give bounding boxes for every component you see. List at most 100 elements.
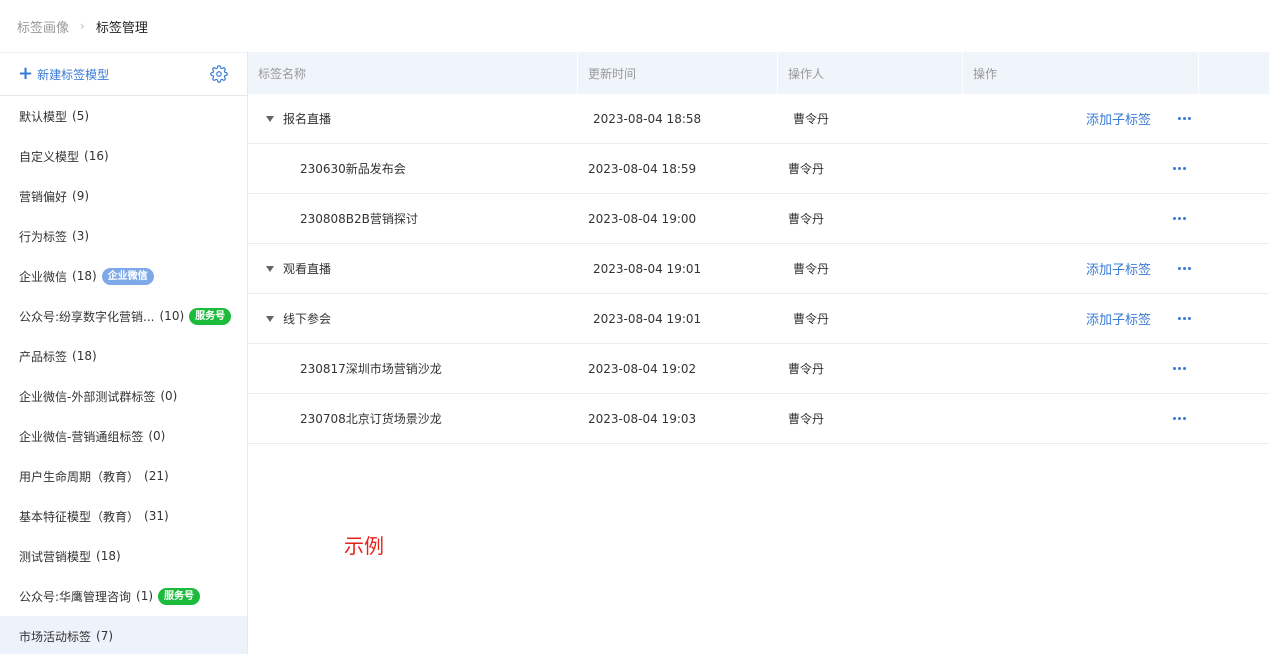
model-count: (31) xyxy=(144,509,169,523)
model-count: (7) xyxy=(96,629,114,643)
tag-name: 230630新品发布会 xyxy=(300,162,406,176)
add-child-tag-button[interactable]: 添加子标签 xyxy=(1086,259,1151,278)
tag-name-cell: 230708北京订货场景沙龙 xyxy=(300,410,442,427)
tag-name: 线下参会 xyxy=(283,312,332,326)
table-row: 230630新品发布会 2023-08-04 18:59 曹令丹 xyxy=(248,144,1269,194)
model-label: 行为标签 xyxy=(19,229,68,244)
new-model-label: 新建标签模型 xyxy=(37,67,110,82)
model-item[interactable]: 产品标签 (18) xyxy=(0,336,247,376)
column-header-actions: 操作 xyxy=(963,52,1199,94)
more-horizontal-icon[interactable] xyxy=(1173,164,1186,174)
model-label: 企业微信 xyxy=(19,269,68,284)
operator-name: 曹令丹 xyxy=(788,362,825,376)
plus-icon: + xyxy=(18,63,34,84)
model-item[interactable]: 默认模型 (5) xyxy=(0,96,247,136)
model-label: 营销偏好 xyxy=(19,189,68,204)
model-label: 自定义模型 xyxy=(19,149,80,164)
tag-name: 230808B2B营销探讨 xyxy=(300,212,418,226)
model-item[interactable]: 行为标签 (3) xyxy=(0,216,247,256)
tag-name-cell: 线下参会 xyxy=(266,310,331,327)
sidebar-header: + 新建标签模型 xyxy=(0,53,247,96)
model-count: (9) xyxy=(72,189,90,203)
model-label: 企业微信-外部测试群标签 xyxy=(19,389,156,404)
model-count: (5) xyxy=(72,109,90,123)
gear-icon[interactable] xyxy=(210,65,228,83)
more-horizontal-icon[interactable] xyxy=(1178,114,1191,124)
model-item[interactable]: 用户生命周期（教育） (21) xyxy=(0,456,247,496)
more-horizontal-icon[interactable] xyxy=(1178,314,1191,324)
model-item[interactable]: 基本特征模型（教育） (31) xyxy=(0,496,247,536)
operator-name: 曹令丹 xyxy=(793,262,830,276)
caret-down-icon[interactable] xyxy=(266,265,274,272)
tag-name-cell: 230808B2B营销探讨 xyxy=(300,210,418,227)
update-time: 2023-08-04 18:58 xyxy=(593,111,702,126)
model-sidebar: + 新建标签模型 默认模型 (5) 自定义模型 (16) 营销偏好 (9) 行为标签 (… xyxy=(0,52,248,654)
table-row: 230808B2B营销探讨 2023-08-04 19:00 曹令丹 xyxy=(248,194,1269,244)
model-label: 公众号:华鹰管理咨询 xyxy=(19,589,132,604)
add-child-tag-button[interactable]: 添加子标签 xyxy=(1086,309,1151,328)
model-count: (3) xyxy=(72,229,90,243)
model-list: 默认模型 (5) 自定义模型 (16) 营销偏好 (9) 行为标签 (3) 企业微信 (1… xyxy=(0,96,247,654)
operator-name: 曹令丹 xyxy=(793,112,830,126)
table-row: 230817深圳市场营销沙龙 2023-08-04 19:02 曹令丹 xyxy=(248,344,1269,394)
column-header-operator: 操作人 xyxy=(778,52,963,94)
more-horizontal-icon[interactable] xyxy=(1173,414,1186,424)
model-item[interactable]: 自定义模型 (16) xyxy=(0,136,247,176)
model-count: (0) xyxy=(160,389,178,403)
model-item[interactable]: 测试营销模型 (18) xyxy=(0,536,247,576)
new-model-button[interactable]: + 新建标签模型 xyxy=(18,65,109,83)
table-header: 标签名称 更新时间 操作人 操作 xyxy=(248,52,1269,94)
update-time: 2023-08-04 19:01 xyxy=(593,261,702,276)
model-count: (18) xyxy=(72,349,97,363)
model-count: (1) xyxy=(136,589,154,603)
model-count: (10) xyxy=(159,309,185,323)
model-count: (16) xyxy=(84,149,109,163)
model-item[interactable]: 公众号:纷享数字化营销... (10) 服务号 xyxy=(0,296,247,336)
more-horizontal-icon[interactable] xyxy=(1173,214,1186,224)
operator-name: 曹令丹 xyxy=(788,412,825,426)
model-count: (18) xyxy=(72,269,97,283)
model-label: 测试营销模型 xyxy=(19,549,92,564)
table-row: 230708北京订货场景沙龙 2023-08-04 19:03 曹令丹 xyxy=(248,394,1269,444)
model-item[interactable]: 公众号:华鹰管理咨询 (1) 服务号 xyxy=(0,576,247,616)
more-horizontal-icon[interactable] xyxy=(1178,264,1191,274)
model-count: (21) xyxy=(144,469,169,483)
breadcrumb-parent[interactable]: 标签画像 xyxy=(17,17,69,36)
model-label: 默认模型 xyxy=(19,109,68,124)
table-row: 线下参会 2023-08-04 19:01 曹令丹 添加子标签 xyxy=(248,294,1269,344)
update-time: 2023-08-04 19:03 xyxy=(588,411,697,426)
breadcrumb: 标签画像 › 标签管理 xyxy=(0,0,1269,52)
model-label: 基本特征模型（教育） xyxy=(19,509,140,524)
tag-name: 230817深圳市场营销沙龙 xyxy=(300,362,442,376)
model-item[interactable]: 企业微信-营销通组标签 (0) xyxy=(0,416,247,456)
tag-name-cell: 230817深圳市场营销沙龙 xyxy=(300,360,442,377)
caret-down-icon[interactable] xyxy=(266,115,274,122)
operator-name: 曹令丹 xyxy=(793,312,830,326)
tag-table: 标签名称 更新时间 操作人 操作 报名直播 2023-08-04 18:58 曹… xyxy=(248,52,1269,654)
example-annotation: 示例 xyxy=(344,534,384,558)
tag-name: 观看直播 xyxy=(283,262,332,276)
wechat-badge: 企业微信 xyxy=(101,267,154,285)
caret-down-icon[interactable] xyxy=(266,315,274,322)
update-time: 2023-08-04 19:02 xyxy=(588,361,697,376)
more-horizontal-icon[interactable] xyxy=(1173,364,1186,374)
table-row: 观看直播 2023-08-04 19:01 曹令丹 添加子标签 xyxy=(248,244,1269,294)
tag-name-cell: 230630新品发布会 xyxy=(300,160,406,177)
model-item[interactable]: 企业微信-外部测试群标签 (0) xyxy=(0,376,247,416)
model-label: 市场活动标签 xyxy=(19,629,92,644)
tag-name: 230708北京订货场景沙龙 xyxy=(300,412,442,426)
column-header-time: 更新时间 xyxy=(578,52,778,94)
tag-name-cell: 观看直播 xyxy=(266,260,331,277)
update-time: 2023-08-04 18:59 xyxy=(588,161,697,176)
breadcrumb-separator: › xyxy=(80,19,85,33)
model-item-selected[interactable]: 市场活动标签 (7) xyxy=(0,616,247,654)
tag-name: 报名直播 xyxy=(283,112,332,126)
model-label: 企业微信-营销通组标签 xyxy=(19,429,144,444)
add-child-tag-button[interactable]: 添加子标签 xyxy=(1086,109,1151,128)
model-item[interactable]: 企业微信 (18) 企业微信 xyxy=(0,256,247,296)
model-label: 用户生命周期（教育） xyxy=(19,469,140,484)
update-time: 2023-08-04 19:00 xyxy=(588,211,697,226)
service-badge: 服务号 xyxy=(189,307,232,325)
model-item[interactable]: 营销偏好 (9) xyxy=(0,176,247,216)
model-label: 产品标签 xyxy=(19,349,68,364)
